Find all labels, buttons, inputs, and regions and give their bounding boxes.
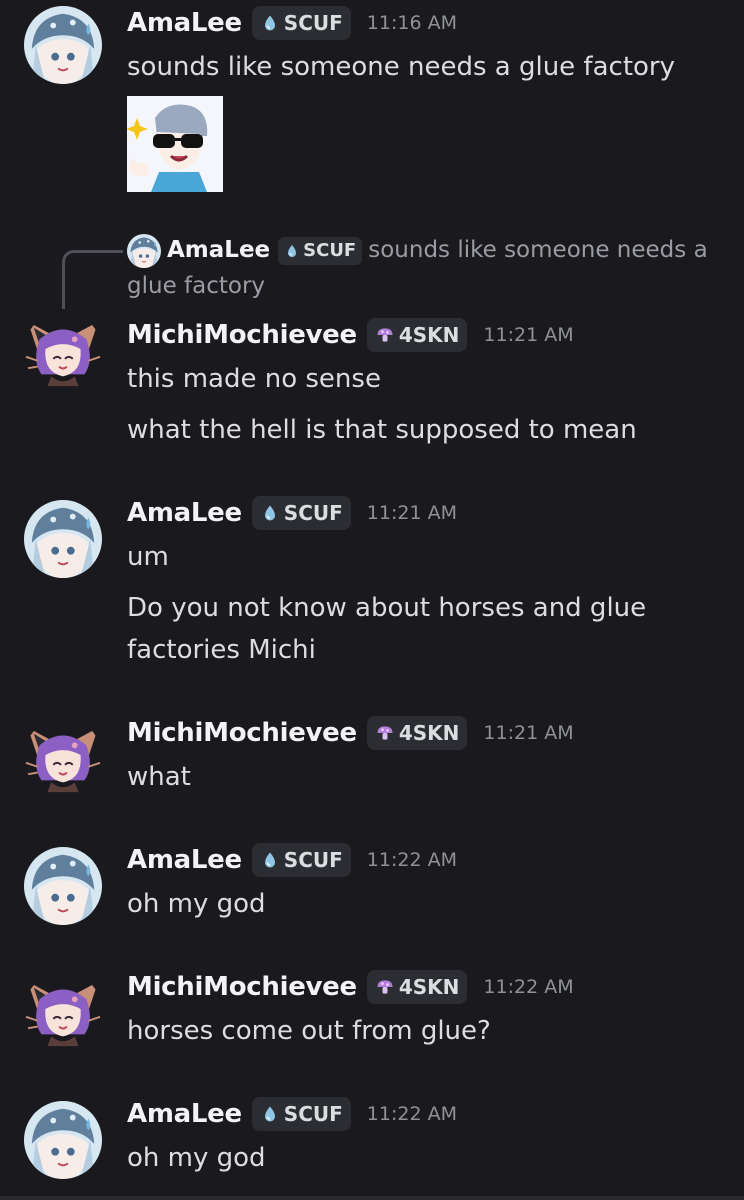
server-tag-label: SCUF bbox=[283, 11, 343, 35]
avatar[interactable] bbox=[24, 1101, 102, 1179]
username[interactable]: MichiMochievee bbox=[127, 320, 357, 350]
mushroom-icon bbox=[375, 977, 395, 997]
message-header: MichiMochievee 4SKN 11:21 AM bbox=[127, 318, 574, 352]
server-tag-label: 4SKN bbox=[398, 323, 460, 347]
message-text: sounds like someone needs a glue factory bbox=[127, 52, 675, 82]
message-text: um bbox=[127, 542, 169, 572]
username[interactable]: MichiMochievee bbox=[127, 718, 357, 748]
message-header: MichiMochievee 4SKN 11:21 AM bbox=[127, 716, 574, 750]
timestamp: 11:21 AM bbox=[483, 324, 574, 346]
water-drop-icon bbox=[284, 243, 300, 259]
server-tag[interactable]: 4SKN bbox=[366, 970, 468, 1004]
avatar[interactable] bbox=[24, 500, 102, 578]
message-text: oh my god bbox=[127, 1143, 266, 1173]
water-drop-icon bbox=[260, 503, 280, 523]
message-header: AmaLee SCUF 11:16 AM bbox=[127, 6, 457, 40]
avatar[interactable] bbox=[24, 6, 102, 84]
mushroom-icon bbox=[375, 723, 395, 743]
timestamp: 11:22 AM bbox=[366, 849, 457, 871]
message: AmaLee SCUF 11:22 AM oh my god bbox=[0, 1091, 744, 1191]
reply-connector bbox=[62, 250, 123, 309]
message-text: what the hell is that supposed to mean bbox=[127, 415, 637, 445]
timestamp: 11:21 AM bbox=[366, 502, 457, 524]
message: AmaLee SCUF 11:21 AM um Do you not know … bbox=[0, 490, 744, 680]
timestamp: 11:21 AM bbox=[483, 722, 574, 744]
server-tag[interactable]: SCUF bbox=[251, 843, 351, 877]
message-text: horses come out from glue? bbox=[127, 1016, 491, 1046]
username[interactable]: AmaLee bbox=[127, 8, 242, 38]
server-tag[interactable]: SCUF bbox=[251, 6, 351, 40]
reply-preview[interactable]: AmaLee SCUF sounds like someone needs a gl… bbox=[127, 232, 727, 304]
message-text: this made no sense bbox=[127, 364, 381, 394]
server-tag[interactable]: SCUF bbox=[251, 1097, 351, 1131]
avatar[interactable] bbox=[24, 847, 102, 925]
server-tag[interactable]: 4SKN bbox=[366, 318, 468, 352]
water-drop-icon bbox=[260, 13, 280, 33]
water-drop-icon bbox=[260, 850, 280, 870]
sticker[interactable] bbox=[126, 96, 223, 192]
timestamp: 11:22 AM bbox=[366, 1103, 457, 1125]
server-tag[interactable]: 4SKN bbox=[366, 716, 468, 750]
water-drop-icon bbox=[260, 1104, 280, 1124]
server-tag-label: SCUF bbox=[283, 1102, 343, 1126]
reply-server-tag: SCUF bbox=[278, 236, 363, 265]
username[interactable]: MichiMochievee bbox=[127, 972, 357, 1002]
mushroom-icon bbox=[375, 325, 395, 345]
server-tag-label: 4SKN bbox=[398, 975, 460, 999]
avatar[interactable] bbox=[24, 718, 102, 796]
divider bbox=[0, 1196, 744, 1200]
message: MichiMochievee 4SKN 11:22 AM horses come… bbox=[0, 964, 744, 1064]
server-tag-label: 4SKN bbox=[398, 721, 460, 745]
message-header: MichiMochievee 4SKN 11:22 AM bbox=[127, 970, 574, 1004]
message-text: oh my god bbox=[127, 889, 266, 919]
message-header: AmaLee SCUF 11:22 AM bbox=[127, 1097, 457, 1131]
message-header: AmaLee SCUF 11:22 AM bbox=[127, 843, 457, 877]
reply-username: AmaLee bbox=[167, 237, 271, 263]
message: AmaLee SCUF sounds like someone needs a gl… bbox=[0, 220, 744, 460]
timestamp: 11:16 AM bbox=[366, 12, 457, 34]
message-text: Do you not know about horses and glue fa… bbox=[127, 593, 647, 665]
username[interactable]: AmaLee bbox=[127, 1099, 242, 1129]
server-tag[interactable]: SCUF bbox=[251, 496, 351, 530]
username[interactable]: AmaLee bbox=[127, 845, 242, 875]
avatar[interactable] bbox=[24, 312, 102, 390]
server-tag-label: SCUF bbox=[283, 501, 343, 525]
message-text: what bbox=[127, 762, 191, 792]
username[interactable]: AmaLee bbox=[127, 498, 242, 528]
server-tag-label: SCUF bbox=[283, 848, 343, 872]
reply-avatar bbox=[127, 234, 161, 268]
message: MichiMochievee 4SKN 11:21 AM what bbox=[0, 710, 744, 810]
message: AmaLee SCUF 11:16 AM sounds like someone… bbox=[0, 0, 744, 200]
message: AmaLee SCUF 11:22 AM oh my god bbox=[0, 837, 744, 937]
avatar[interactable] bbox=[24, 972, 102, 1050]
message-header: AmaLee SCUF 11:21 AM bbox=[127, 496, 457, 530]
timestamp: 11:22 AM bbox=[483, 976, 574, 998]
reply-server-tag-label: SCUF bbox=[303, 239, 357, 261]
